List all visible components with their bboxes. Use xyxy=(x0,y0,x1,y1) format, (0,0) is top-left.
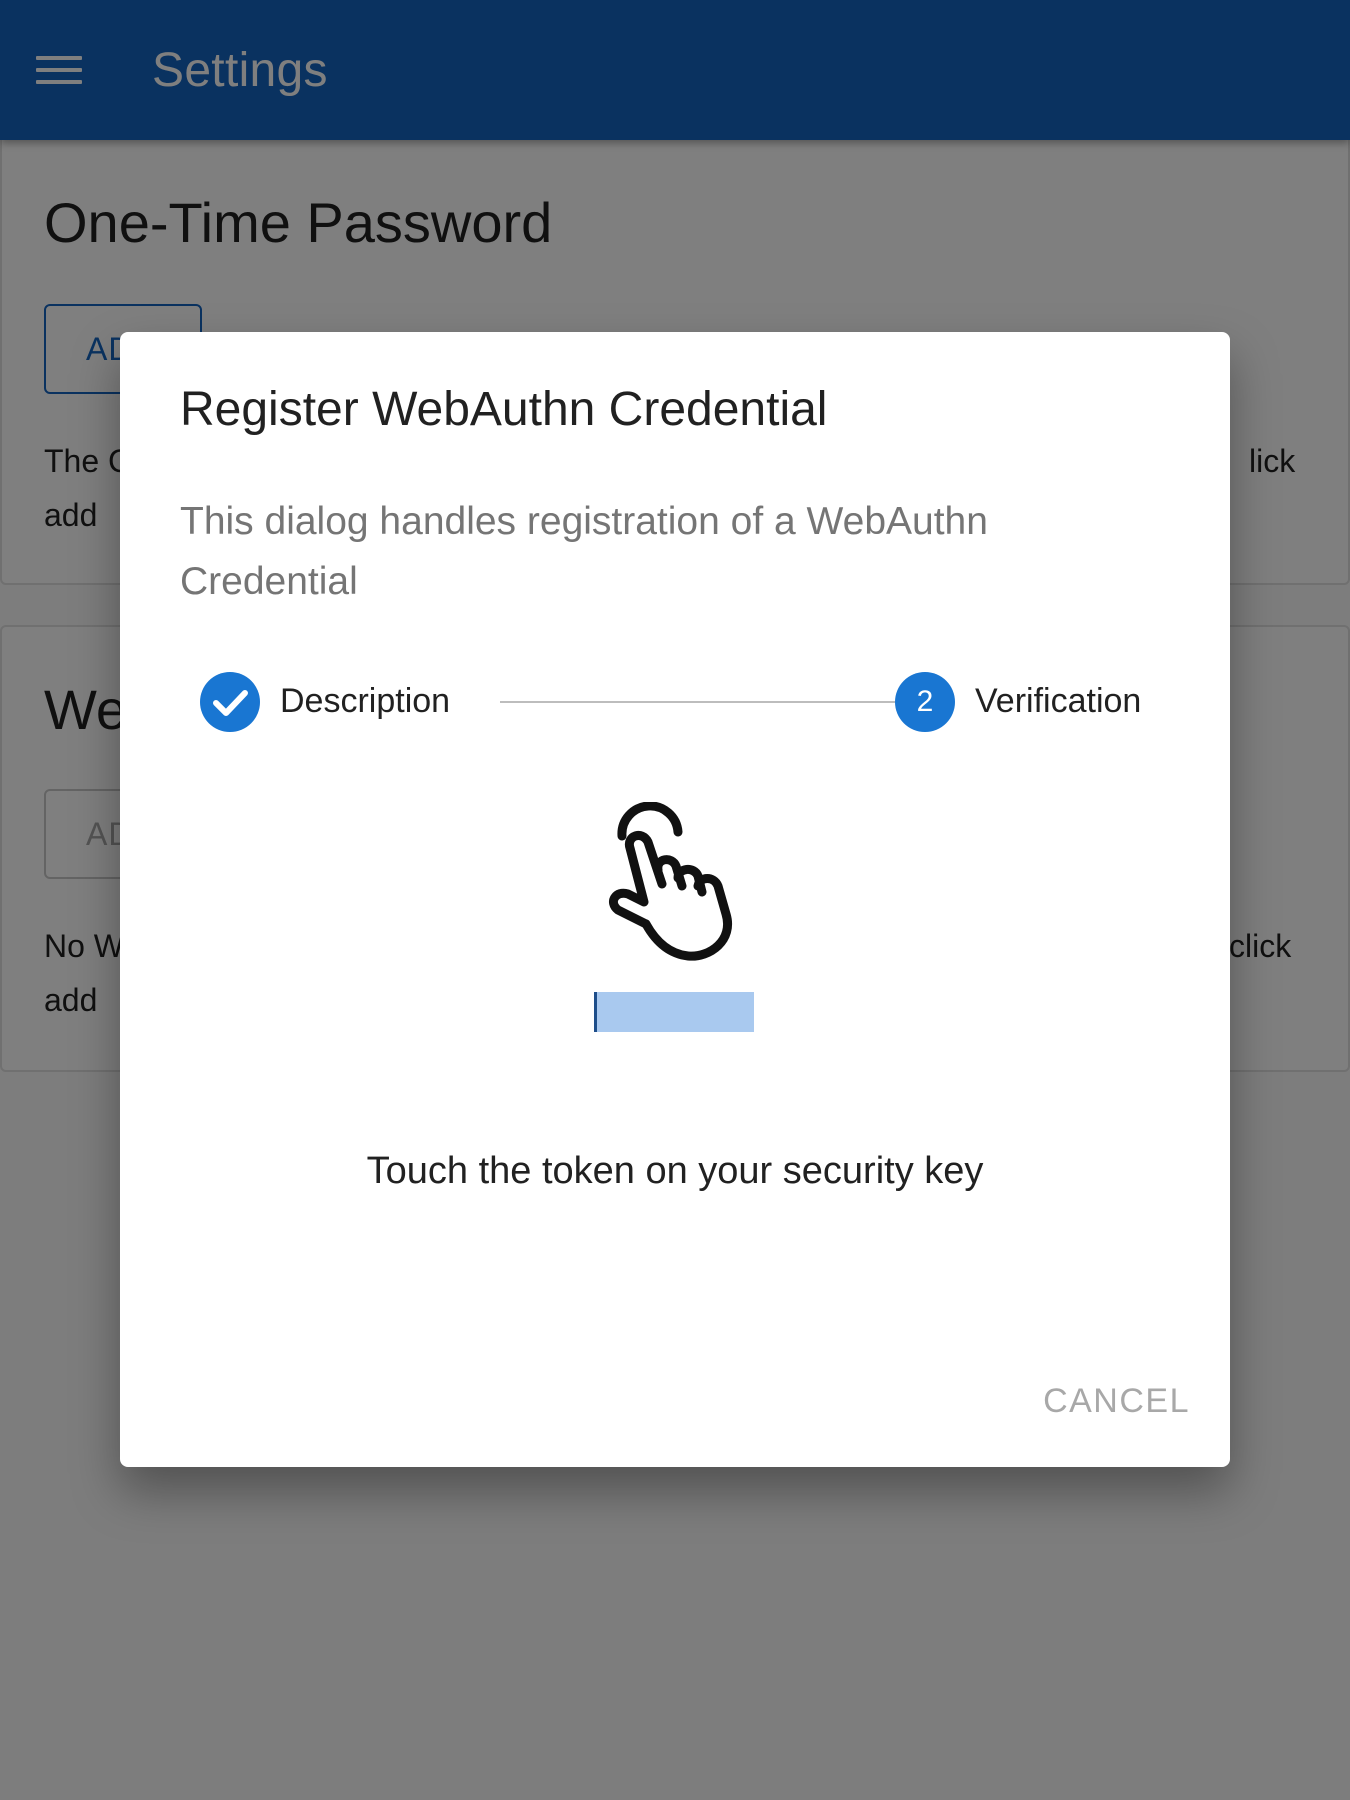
register-webauthn-dialog: Register WebAuthn Credential This dialog… xyxy=(120,332,1230,1467)
step-1-check-icon xyxy=(200,672,260,732)
step-2-label: Verification xyxy=(975,682,1142,720)
dialog-description: This dialog handles registration of a We… xyxy=(180,500,988,603)
step-2-number: 2 xyxy=(895,672,955,732)
text-caret xyxy=(594,992,597,1032)
selection-highlight xyxy=(594,992,754,1032)
dialog-title: Register WebAuthn Credential xyxy=(180,383,828,436)
stepper: Description 2 Verification xyxy=(200,672,1170,732)
step-1-label: Description xyxy=(280,682,451,720)
touch-hand-icon xyxy=(609,802,733,961)
step-connector xyxy=(500,701,895,703)
cancel-button[interactable]: CANCEL xyxy=(1043,1382,1190,1421)
touch-instruction: Touch the token on your security key xyxy=(366,1150,984,1192)
